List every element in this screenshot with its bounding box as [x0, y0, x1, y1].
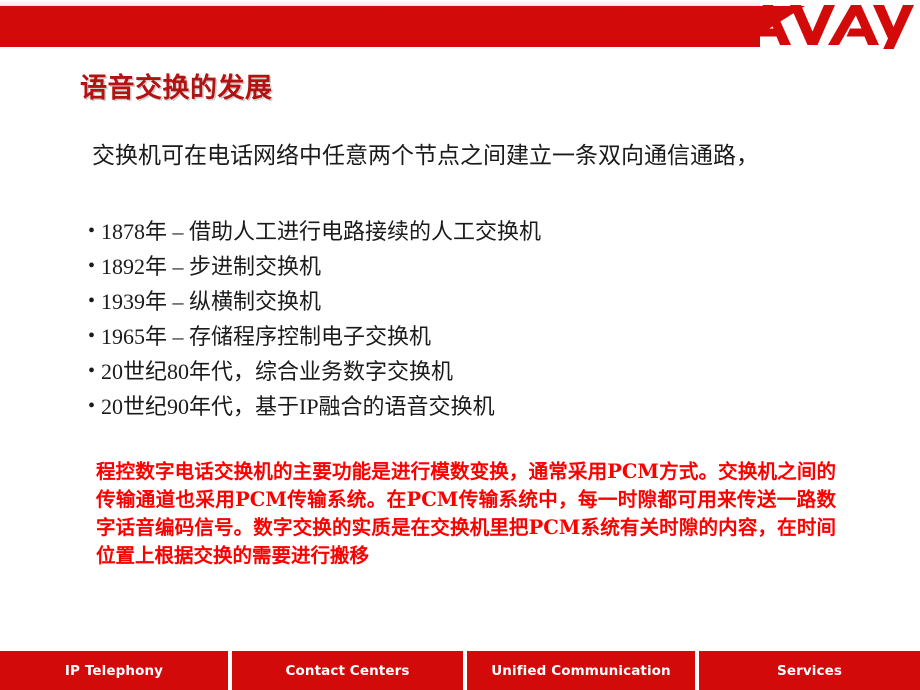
header-banner — [0, 0, 920, 66]
bullet-marker-icon: • — [88, 325, 96, 347]
avaya-logo — [733, 1, 918, 49]
footer-item-unified-communication[interactable]: Unified Communication — [467, 651, 695, 690]
list-item: • 1939年 – 纵横制交换机 — [88, 284, 848, 319]
timeline-bullet-list: • 1878年 – 借助人工进行电路接续的人工交换机 • 1892年 – 步进制… — [88, 214, 848, 424]
list-item-label: 20世纪80年代，综合业务数字交换机 — [101, 359, 454, 384]
list-item-label: 1878年 – 借助人工进行电路接续的人工交换机 — [101, 219, 542, 244]
intro-paragraph: 交换机可在电话网络中任意两个节点之间建立一条双向通信通路， — [92, 143, 759, 168]
list-item-label: 1892年 – 步进制交换机 — [101, 254, 322, 279]
list-item-label: 20世纪90年代，基于IP融合的语音交换机 — [101, 394, 495, 419]
bullet-marker-icon: • — [88, 290, 96, 312]
list-item: • 20世纪80年代，综合业务数字交换机 — [88, 354, 848, 389]
bullet-marker-icon: • — [88, 220, 96, 242]
footer-bar: IP Telephony Contact Centers Unified Com… — [0, 651, 920, 690]
list-item: • 1878年 – 借助人工进行电路接续的人工交换机 — [88, 214, 848, 249]
list-item: • 1965年 – 存储程序控制电子交换机 — [88, 319, 848, 354]
highlight-paragraph: 程控数字电话交换机的主要功能是进行模数变换，通常采用PCM方式。交换机之间的传输… — [96, 460, 836, 567]
list-item-label: 1939年 – 纵横制交换机 — [101, 289, 322, 314]
footer-item-services[interactable]: Services — [699, 651, 920, 690]
header-speckle-texture-fine — [0, 2, 760, 16]
footer-item-contact-centers[interactable]: Contact Centers — [232, 651, 463, 690]
footer-item-ip-telephony[interactable]: IP Telephony — [0, 651, 228, 690]
bullet-marker-icon: • — [88, 255, 96, 277]
list-item-label: 1965年 – 存储程序控制电子交换机 — [101, 324, 432, 349]
list-item: • 20世纪90年代，基于IP融合的语音交换机 — [88, 389, 848, 424]
page-title: 语音交换的发展 — [80, 73, 273, 104]
list-item: • 1892年 – 步进制交换机 — [88, 249, 848, 284]
bullet-marker-icon: • — [88, 395, 96, 417]
bullet-marker-icon: • — [88, 360, 96, 382]
